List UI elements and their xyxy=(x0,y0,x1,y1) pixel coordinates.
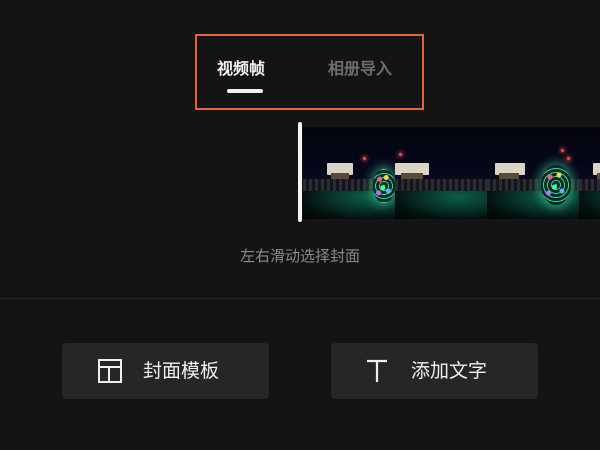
tab-video-frames[interactable]: 视频帧 xyxy=(217,58,265,80)
video-frame-thumbnail xyxy=(487,127,579,219)
text-t-icon xyxy=(367,359,387,382)
video-frame-thumbnail xyxy=(579,127,600,219)
cover-editor-page: 视频帧 相册导入 左右滑动选择封面 封面模板 添加文字 xyxy=(0,0,600,450)
layout-template-icon xyxy=(98,359,122,383)
cover-template-button[interactable]: 封面模板 xyxy=(62,343,269,399)
video-filmstrip[interactable] xyxy=(303,127,600,219)
slide-hint-text: 左右滑动选择封面 xyxy=(239,247,360,265)
frame-selector-handle[interactable] xyxy=(298,122,302,222)
section-divider xyxy=(0,298,600,299)
cover-template-label: 封面模板 xyxy=(143,360,220,382)
tab-album-import[interactable]: 相册导入 xyxy=(328,58,392,80)
add-text-label: 添加文字 xyxy=(411,360,488,382)
video-frame-thumbnail xyxy=(303,127,395,219)
add-text-button[interactable]: 添加文字 xyxy=(331,343,538,399)
active-tab-indicator xyxy=(227,89,263,93)
video-frame-thumbnail xyxy=(395,127,487,219)
